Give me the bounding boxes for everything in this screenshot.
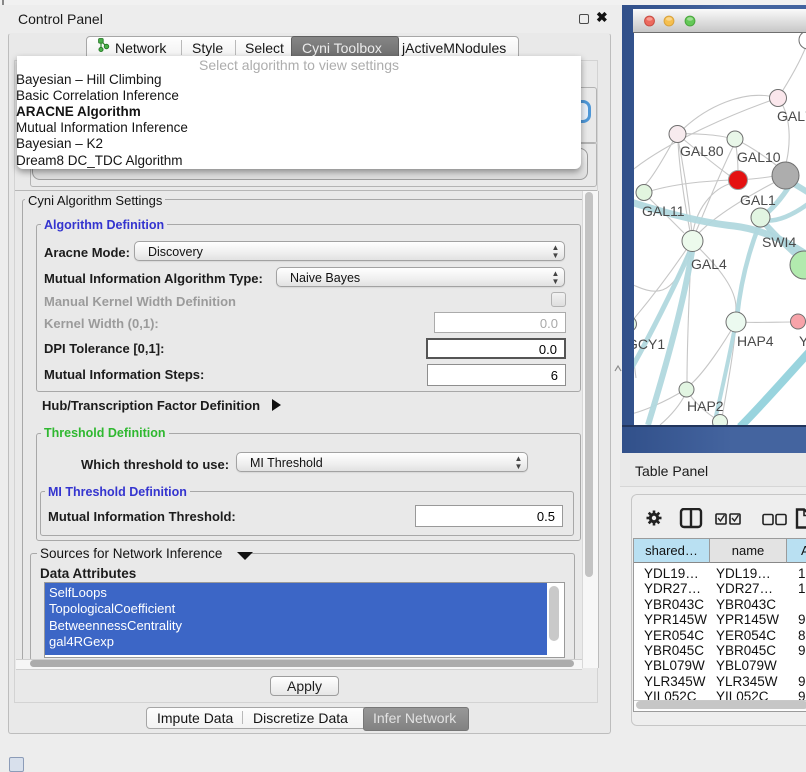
svg-text:HAP4: HAP4 — [737, 333, 774, 349]
svg-text:Y: Y — [799, 333, 806, 349]
svg-text:HAP2: HAP2 — [687, 398, 724, 414]
svg-text:GAL4: GAL4 — [691, 256, 727, 272]
svg-text:GCY1: GCY1 — [634, 336, 665, 352]
svg-text:GAL7: GAL7 — [777, 108, 806, 124]
svg-text:SWI4: SWI4 — [762, 234, 796, 250]
svg-text:GAL10: GAL10 — [737, 149, 781, 165]
svg-text:GAL1: GAL1 — [740, 192, 776, 208]
svg-text:GAL11: GAL11 — [642, 203, 685, 219]
svg-text:GAL80: GAL80 — [680, 143, 724, 159]
